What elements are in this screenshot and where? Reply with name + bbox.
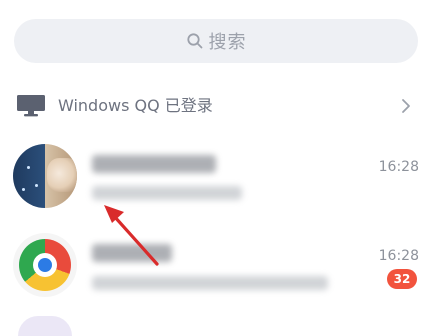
chat-list-item[interactable]: 16:28 bbox=[0, 133, 425, 221]
chat-preview-blurred bbox=[92, 276, 328, 290]
chat-list-item[interactable]: 16:28 32 bbox=[0, 222, 425, 310]
search-bar[interactable]: 搜索 bbox=[14, 19, 418, 63]
unread-badge: 32 bbox=[387, 269, 417, 289]
search-icon bbox=[186, 33, 202, 49]
chat-time: 16:28 bbox=[378, 159, 419, 175]
chevron-right-icon bbox=[402, 99, 410, 113]
chat-name-blurred bbox=[92, 155, 216, 173]
avatar bbox=[18, 316, 72, 336]
chat-preview-blurred bbox=[92, 186, 242, 200]
pc-login-status-bar[interactable]: Windows QQ 已登录 bbox=[0, 84, 425, 128]
avatar bbox=[13, 233, 77, 297]
monitor-icon bbox=[17, 95, 45, 117]
chat-time: 16:28 bbox=[378, 248, 419, 264]
pc-login-status-text: Windows QQ 已登录 bbox=[58, 96, 213, 115]
avatar bbox=[13, 144, 77, 208]
search-placeholder: 搜索 bbox=[208, 32, 247, 53]
chat-name-blurred bbox=[92, 244, 172, 262]
